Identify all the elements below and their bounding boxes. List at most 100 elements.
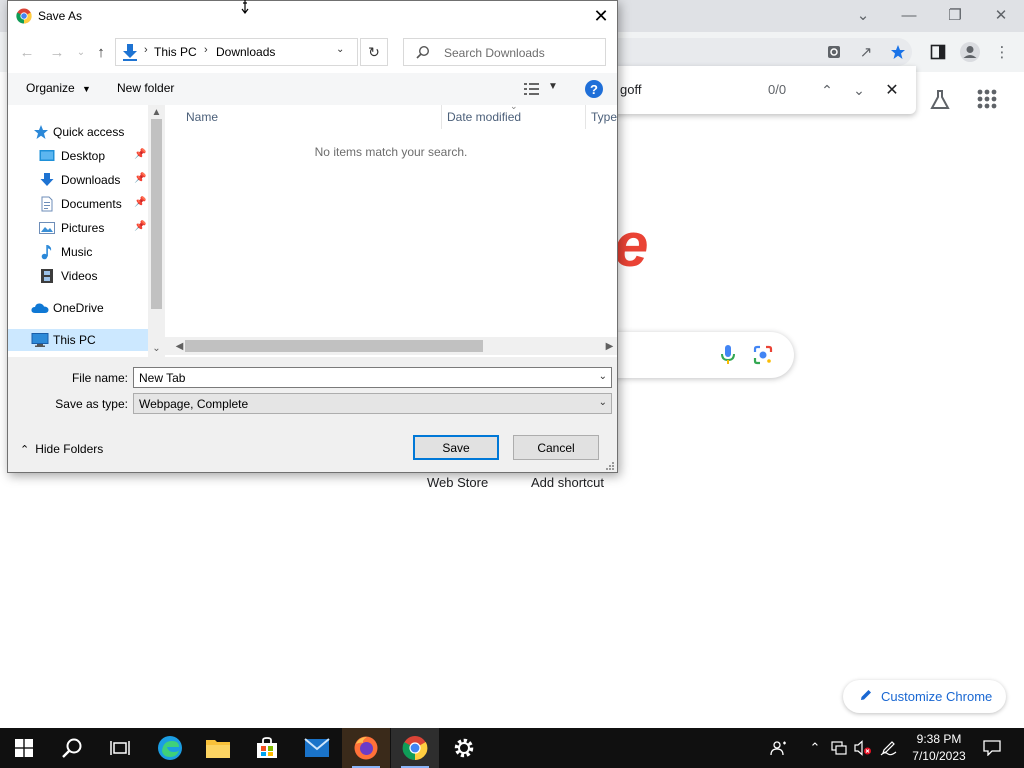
clock-date[interactable]: 7/10/2023 [906,749,972,763]
pin-icon[interactable]: 📌 [134,149,146,160]
forward-arrow-icon[interactable]: → [46,41,68,63]
minimize-button[interactable]: — [886,0,932,30]
firefox-icon[interactable] [342,728,390,768]
scrollbar-thumb[interactable] [185,340,483,352]
nav-item-videos[interactable]: Videos [8,265,148,287]
pen-icon[interactable] [880,740,898,756]
nav-item-documents[interactable]: Documents 📌 [8,193,148,215]
nav-item-music[interactable]: Music [8,241,148,263]
google-apps-icon[interactable] [976,88,1004,116]
search-icon[interactable] [48,728,96,768]
scroll-up-icon[interactable]: ▲ [148,105,165,119]
chevron-down-icon[interactable]: ⌄ [840,0,886,30]
customize-chrome-label: Customize Chrome [881,689,993,704]
new-folder-button[interactable]: New folder [117,81,174,95]
view-options-icon[interactable] [523,82,541,96]
start-icon[interactable] [0,728,48,768]
bookmark-star-icon[interactable] [884,38,912,66]
lens-search-icon[interactable] [752,344,774,366]
store-icon[interactable] [243,728,291,768]
back-arrow-icon[interactable]: ← [16,41,38,63]
find-input[interactable]: goff [620,82,641,97]
close-window-button[interactable]: ✕ [978,0,1024,30]
notification-icon[interactable] [982,740,1002,756]
help-icon[interactable]: ? [585,80,603,98]
hide-folders-toggle[interactable]: ⌃ Hide Folders [20,442,103,456]
organize-label: Organize [26,81,75,95]
column-divider[interactable] [585,105,586,129]
save-type-select[interactable]: Webpage, Complete ⌄ [133,393,612,414]
breadcrumb-this-pc[interactable]: This PC [154,45,197,59]
nav-item-desktop[interactable]: Desktop 📌 [8,145,148,167]
file-name-dropdown-icon[interactable]: ⌄ [599,371,607,382]
clock-time[interactable]: 9:38 PM [906,732,972,746]
file-explorer-icon[interactable] [194,728,242,768]
nav-item-downloads[interactable]: Downloads 📌 [8,169,148,191]
nav-item-this-pc[interactable]: This PC [8,329,148,351]
view-dropdown-icon[interactable]: ▼ [548,81,558,92]
save-button[interactable]: Save [413,435,499,460]
page-search-icon[interactable] [820,38,848,66]
nav-label: Desktop [61,149,106,163]
network-icon[interactable] [830,740,848,756]
edge-icon[interactable] [146,728,194,768]
find-previous-icon[interactable]: ⌃ [815,78,839,102]
address-bar[interactable]: › This PC › Downloads ⌄ [115,38,358,66]
file-list-scrollbar[interactable]: ◀ ▶ [165,337,617,355]
address-dropdown-icon[interactable]: ⌄ [336,44,344,55]
column-divider[interactable] [441,105,442,129]
chevron-up-icon: ⌃ [20,443,30,456]
mail-icon[interactable] [293,728,341,768]
share-icon[interactable]: ↗ [852,38,880,66]
breadcrumb-downloads[interactable]: Downloads [216,45,275,59]
nav-item-pictures[interactable]: Pictures 📌 [8,217,148,239]
customize-chrome-button[interactable]: Customize Chrome [843,680,1006,713]
up-arrow-icon[interactable]: ↑ [90,41,112,63]
save-type-value: Webpage, Complete [139,397,249,411]
volume-muted-icon[interactable] [854,740,872,756]
restore-button[interactable]: ❐ [932,0,978,30]
pin-icon[interactable]: 📌 [134,197,146,208]
breadcrumb-separator-icon: › [144,44,148,56]
chrome-menu-icon[interactable]: ⋮ [988,38,1016,66]
command-bar: Organize ▼ New folder ▼ ? [8,73,617,105]
column-header-date-modified[interactable]: Date modified [447,110,521,124]
nav-pane-scrollbar[interactable]: ▲ ⌄ [148,105,165,357]
shortcut-add[interactable]: Add shortcut [531,475,604,490]
save-as-dialog: Save As ✕ ← → ⌄ ↑ › This PC › Downloads … [7,0,618,473]
nav-item-onedrive[interactable]: OneDrive [8,297,148,319]
resize-grip-icon[interactable] [605,460,615,470]
desktop-folder-icon [39,148,55,164]
people-icon[interactable] [770,740,788,756]
dialog-close-icon[interactable]: ✕ [586,3,616,29]
nav-item-quick-access[interactable]: Quick access [8,121,148,143]
chevron-up-icon[interactable]: ⌃ [806,740,824,756]
pin-icon[interactable]: 📌 [134,221,146,232]
labs-flask-icon[interactable] [928,88,956,116]
search-input[interactable]: Search Downloads [403,38,606,66]
settings-icon[interactable] [440,728,488,768]
chrome-icon[interactable] [391,728,439,768]
file-name-field[interactable]: New Tab ⌄ [133,367,612,388]
column-header-type[interactable]: Type [591,110,617,124]
file-name-value: New Tab [139,371,186,385]
task-view-icon[interactable] [96,728,144,768]
scrollbar-thumb[interactable] [151,119,162,309]
recent-locations-icon[interactable]: ⌄ [70,41,92,63]
pin-icon[interactable]: 📌 [134,173,146,184]
dialog-titlebar[interactable]: Save As ✕ [8,1,617,31]
scroll-down-icon[interactable]: ⌄ [148,341,165,355]
side-panel-icon[interactable] [924,38,952,66]
cancel-button[interactable]: Cancel [513,435,599,460]
find-close-icon[interactable]: ✕ [880,78,904,102]
find-next-icon[interactable]: ⌄ [847,78,871,102]
shortcut-web-store[interactable]: Web Store [427,475,488,490]
refresh-icon[interactable]: ↻ [360,38,388,66]
organize-menu[interactable]: Organize ▼ [26,81,91,95]
file-name-label: File name: [71,371,128,385]
google-logo-fragment: e [614,211,649,280]
voice-search-icon[interactable] [718,344,738,366]
scroll-right-icon[interactable]: ▶ [601,339,618,353]
profile-avatar-icon[interactable] [956,38,984,66]
column-header-name[interactable]: Name [186,110,218,124]
